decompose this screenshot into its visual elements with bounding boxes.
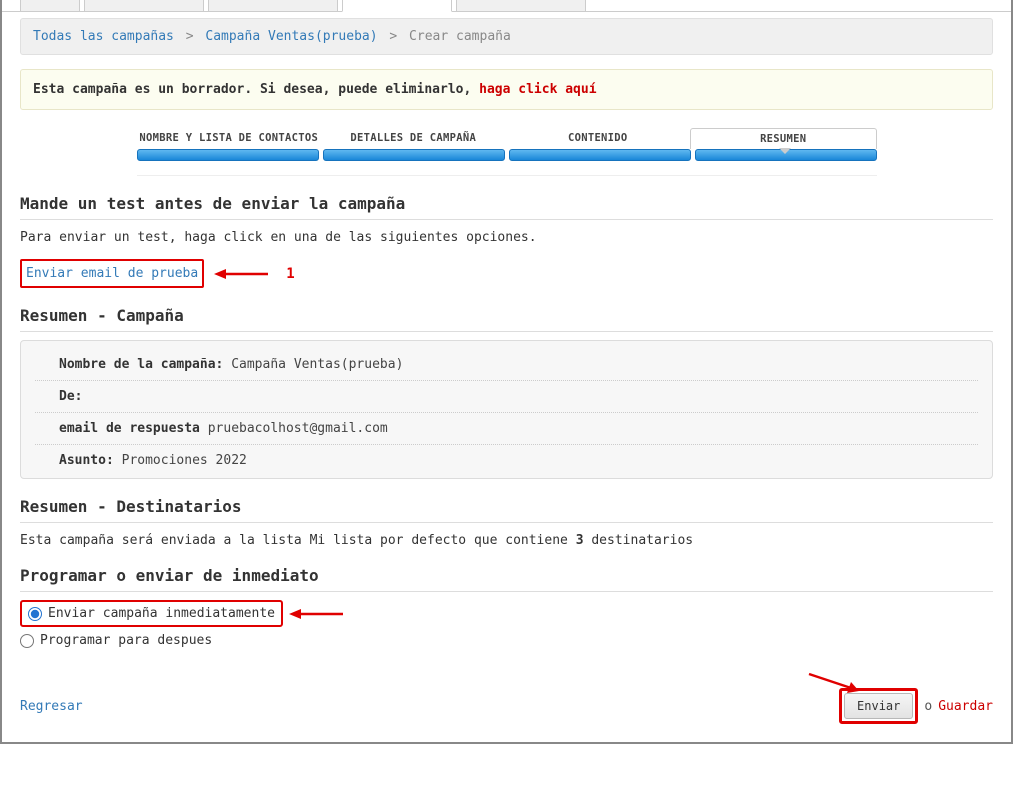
page-container: Todas las campañas > Campaña Ventas(prue… — [0, 0, 1013, 744]
campaign-name-label: Nombre de la campaña: — [59, 357, 223, 372]
annotation-highlight-2: Enviar campaña inmediatamente — [20, 600, 283, 627]
summary-row-name: Nombre de la campaña: Campaña Ventas(pru… — [35, 349, 978, 381]
schedule-title: Programar o enviar de inmediato — [20, 566, 993, 592]
subject-label: Asunto: — [59, 453, 114, 468]
recipients-text-post: destinatarios — [584, 533, 694, 548]
summary-row-subject: Asunto: Promociones 2022 — [35, 445, 978, 476]
wizard-bar-3[interactable] — [509, 149, 691, 161]
summary-campaign-panel: Nombre de la campaña: Campaña Ventas(pru… — [20, 340, 993, 479]
send-test-email-link[interactable]: Enviar email de prueba — [24, 262, 200, 285]
annotation-number-1: 1 — [286, 266, 294, 282]
summary-row-from: De: — [35, 381, 978, 413]
tab-bar — [2, 0, 1011, 12]
wizard-step-4-label: RESUMEN — [690, 128, 877, 149]
tab-stub-1[interactable] — [20, 0, 80, 12]
wizard-bar-1[interactable] — [137, 149, 319, 161]
tab-stub-active[interactable] — [342, 0, 452, 12]
radio-schedule-later-label[interactable]: Programar para despues — [40, 633, 212, 648]
wizard-bar-2[interactable] — [323, 149, 505, 161]
breadcrumb-all-campaigns[interactable]: Todas las campañas — [33, 29, 174, 44]
radio-send-now[interactable] — [28, 607, 42, 621]
breadcrumb: Todas las campañas > Campaña Ventas(prue… — [20, 18, 993, 55]
recipients-text: Esta campaña será enviada a la lista Mi … — [20, 533, 993, 548]
wizard-caret-icon — [779, 148, 791, 154]
tab-stub-3[interactable] — [208, 0, 338, 12]
wizard-steps: NOMBRE Y LISTA DE CONTACTOS DETALLES DE … — [137, 128, 877, 176]
or-separator: o — [924, 699, 932, 714]
tab-stub-5[interactable] — [456, 0, 586, 12]
from-label: De: — [59, 389, 82, 404]
recipients-count: 3 — [576, 533, 584, 548]
save-link[interactable]: Guardar — [938, 699, 993, 714]
wizard-step-2-label: DETALLES DE CAMPAÑA — [321, 128, 506, 149]
campaign-name-value: Campaña Ventas(prueba) — [231, 357, 403, 372]
wizard-step-1-label: NOMBRE Y LISTA DE CONTACTOS — [137, 128, 322, 149]
annotation-arrow-icon — [289, 606, 345, 622]
test-section-title: Mande un test antes de enviar la campaña — [20, 194, 993, 220]
breadcrumb-sep: > — [389, 29, 397, 44]
delete-draft-link[interactable]: haga click aquí — [479, 82, 596, 97]
annotation-highlight-1: Enviar email de prueba — [20, 259, 204, 288]
draft-notice-text: Esta campaña es un borrador. Si desea, p… — [33, 82, 479, 97]
test-instruction: Para enviar un test, haga click en una d… — [20, 230, 993, 245]
breadcrumb-campaign[interactable]: Campaña Ventas(prueba) — [205, 29, 377, 44]
back-link[interactable]: Regresar — [20, 699, 83, 714]
breadcrumb-current: Crear campaña — [409, 29, 511, 44]
reply-value: pruebacolhost@gmail.com — [208, 421, 388, 436]
tab-stub-2[interactable] — [84, 0, 204, 12]
draft-notice: Esta campaña es un borrador. Si desea, p… — [20, 69, 993, 110]
subject-value: Promociones 2022 — [122, 453, 247, 468]
breadcrumb-sep: > — [186, 29, 194, 44]
annotation-arrow-icon — [214, 266, 270, 282]
summary-campaign-title: Resumen - Campaña — [20, 306, 993, 332]
annotation-arrow-icon — [807, 670, 863, 698]
wizard-step-3-label: CONTENIDO — [506, 128, 691, 149]
recipients-text-pre: Esta campaña será enviada a la lista Mi … — [20, 533, 576, 548]
summary-recipients-title: Resumen - Destinatarios — [20, 497, 993, 523]
summary-row-reply: email de respuesta pruebacolhost@gmail.c… — [35, 413, 978, 445]
reply-label: email de respuesta — [59, 421, 200, 436]
radio-schedule-later[interactable] — [20, 634, 34, 648]
footer-actions: Regresar Enviar o Guardar — [20, 688, 993, 724]
radio-send-now-label[interactable]: Enviar campaña inmediatamente — [48, 606, 275, 621]
